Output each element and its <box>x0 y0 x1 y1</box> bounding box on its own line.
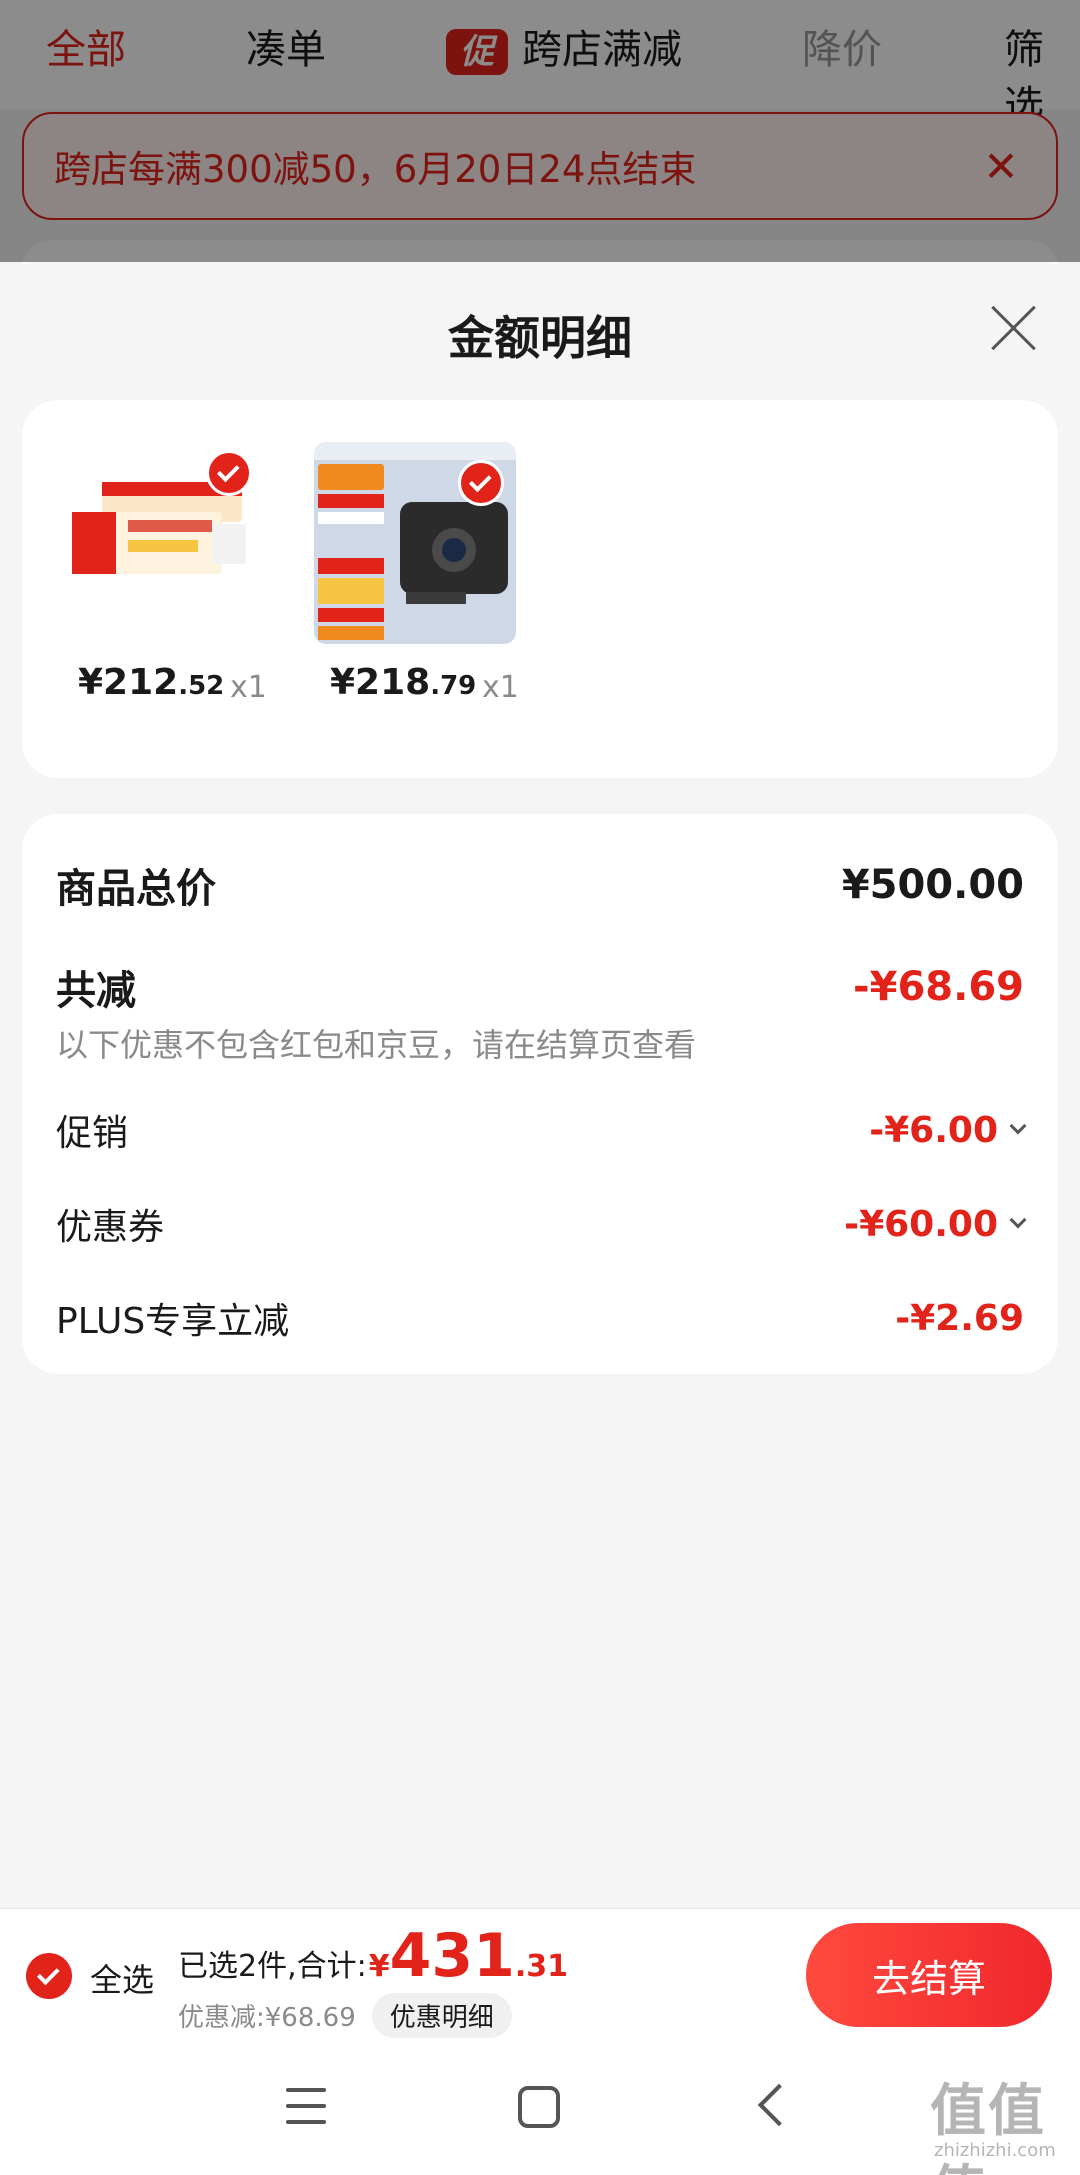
product-price: ¥218.79 <box>330 662 477 703</box>
product-thumbnail <box>62 442 264 644</box>
product-list: ¥212.52 x1 ¥218.79 x1 <box>22 400 1058 778</box>
discount-note: 以下优惠不包含红包和京豆，请在结算页查看 <box>56 1026 697 1064</box>
coupon-row[interactable]: 优惠券 -¥60.00 <box>56 1198 1027 1250</box>
discount-line: 优惠减:¥68.69 优惠明细 <box>178 1993 512 2038</box>
total-reduce-label: 共减 <box>56 968 136 1014</box>
coupon-value: -¥60.00 <box>844 1204 1027 1245</box>
system-nav-bar: 值值值 zhizhizhi.com <box>0 2044 1080 2175</box>
plus-discount-label: PLUS专享立减 <box>56 1301 290 1342</box>
total-price-row: 商品总价 ¥500.00 <box>56 856 1024 914</box>
product-item[interactable]: ¥212.52 x1 <box>62 442 268 705</box>
total-decimal: .31 <box>514 1949 569 1984</box>
product-quantity: x1 <box>230 670 267 705</box>
checkout-bar: 全选 已选2件,合计: ¥ 431 .31 优惠减:¥68.69 优惠明细 去结… <box>0 1908 1080 2044</box>
checkout-button[interactable]: 去结算 <box>806 1923 1052 2027</box>
discount-amount: 优惠减:¥68.69 <box>178 2003 356 2033</box>
promo-row[interactable]: 促销 -¥6.00 <box>56 1104 1027 1156</box>
coupon-label: 优惠券 <box>56 1207 165 1248</box>
back-icon[interactable] <box>757 2083 801 2127</box>
product-check-icon[interactable] <box>206 450 252 496</box>
plus-discount-value: -¥2.69 <box>895 1297 1024 1339</box>
dim-overlay[interactable] <box>0 0 1080 262</box>
product-check-icon[interactable] <box>458 460 504 506</box>
close-icon[interactable] <box>988 302 1040 354</box>
product-quantity: x1 <box>482 670 519 705</box>
total-currency: ¥ <box>368 1949 390 1984</box>
amount-detail-sheet: 金额明细 ¥212.52 x1 ¥218.79 x1 商品总价 ¥500.00 … <box>0 262 1080 1912</box>
chevron-down-icon[interactable] <box>1009 1211 1027 1229</box>
select-all-label[interactable]: 全选 <box>90 1955 154 2001</box>
plus-discount-row: PLUS专享立减 -¥2.69 <box>56 1292 1024 1344</box>
total-reduce-row: 共减 -¥68.69 <box>56 958 1024 1016</box>
select-all-check-icon[interactable] <box>26 1953 72 1999</box>
total-price-label: 商品总价 <box>56 866 216 912</box>
selected-total: 已选2件,合计: ¥ 431 .31 <box>178 1921 568 1991</box>
home-icon[interactable] <box>518 2086 560 2128</box>
price-summary: 商品总价 ¥500.00 共减 -¥68.69 以下优惠不包含红包和京豆，请在结… <box>22 814 1058 1374</box>
chevron-down-icon[interactable] <box>1009 1117 1027 1135</box>
total-integer: 431 <box>389 1921 515 1991</box>
sheet-title: 金额明细 <box>448 311 632 365</box>
total-price-value: ¥500.00 <box>841 862 1024 908</box>
promo-label: 促销 <box>56 1113 129 1154</box>
product-item[interactable]: ¥218.79 x1 <box>314 442 520 705</box>
product-price: ¥212.52 <box>78 662 225 703</box>
product-thumbnail <box>314 442 516 644</box>
discount-detail-button[interactable]: 优惠明细 <box>371 1993 512 2038</box>
total-reduce-value: -¥68.69 <box>853 964 1024 1010</box>
watermark-url: zhizhizhi.com <box>934 2140 1056 2161</box>
menu-icon[interactable] <box>286 2088 326 2124</box>
promo-value: -¥6.00 <box>869 1110 1027 1151</box>
selected-count-text: 已选2件,合计: <box>178 1949 367 1984</box>
